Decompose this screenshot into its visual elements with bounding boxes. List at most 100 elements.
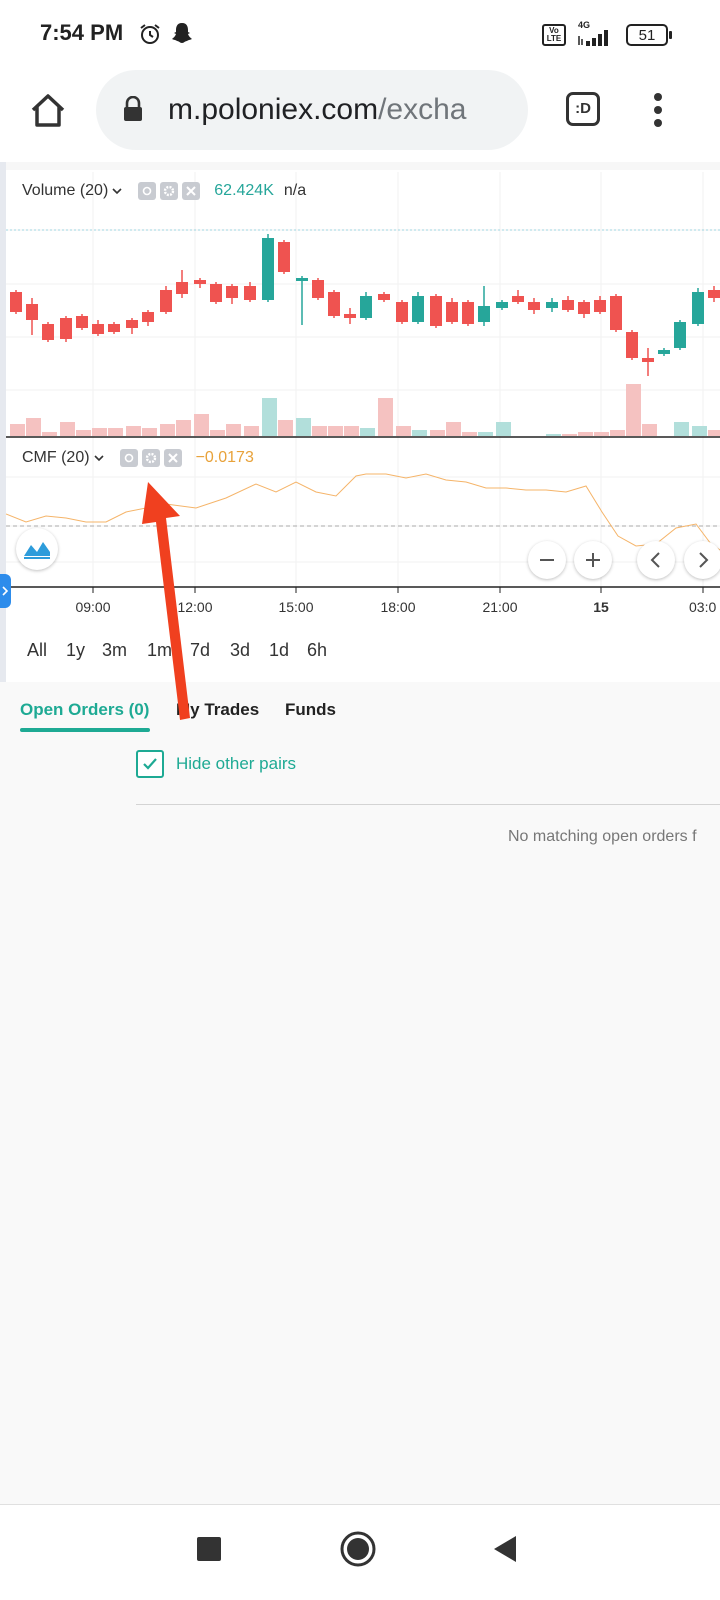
- candle-body: [10, 292, 22, 312]
- time-label: 15:00: [278, 599, 313, 615]
- home-nav-icon[interactable]: [340, 1531, 376, 1567]
- tab-switcher-label: :D: [575, 100, 591, 117]
- time-label: 21:00: [482, 599, 517, 615]
- candle-body: [160, 290, 172, 312]
- battery-icon: 51: [626, 24, 672, 46]
- tab-open-orders[interactable]: Open Orders (0): [20, 700, 149, 720]
- recents-icon[interactable]: [196, 1536, 222, 1562]
- candle-body: [658, 350, 670, 354]
- candle-body: [262, 238, 274, 300]
- eye-icon[interactable]: [119, 449, 138, 467]
- chart-panel: 09:00 12:00 15:00 18:00 21:00 15 03:0 Volume (…: [6, 162, 720, 682]
- url-path: /excha: [378, 93, 467, 126]
- time-label: 03:0: [689, 599, 716, 615]
- volume-bar: [126, 426, 141, 436]
- volte-badge: Vo LTE: [542, 24, 566, 46]
- volume-bar: [176, 420, 191, 436]
- candle-body: [278, 242, 290, 272]
- page: 7:54 PM Vo LTE 4G 51 m.poloniex.com/exch…: [0, 0, 720, 1600]
- snapchat-icon: [172, 23, 192, 43]
- hide-other-pairs-toggle[interactable]: Hide other pairs: [136, 750, 296, 778]
- zoom-out-button[interactable]: [528, 541, 566, 579]
- volume-bar: [478, 432, 493, 436]
- volume-bar: [496, 422, 511, 436]
- candle-body: [296, 278, 308, 281]
- chart-grid: [6, 172, 720, 587]
- candle-body: [546, 302, 558, 308]
- candle-body: [210, 284, 222, 302]
- chevron-down-icon[interactable]: [93, 454, 104, 462]
- candle-body: [108, 324, 120, 332]
- candle-body: [26, 304, 38, 320]
- home-icon[interactable]: [28, 90, 68, 130]
- range-6h[interactable]: 6h: [307, 640, 327, 661]
- plus-icon: [586, 553, 600, 567]
- candle-body: [194, 280, 206, 284]
- chevron-left-icon: [650, 552, 660, 568]
- volume-bar: [396, 426, 411, 436]
- candle-body: [642, 358, 654, 362]
- zoom-in-button[interactable]: [574, 541, 612, 579]
- scroll-left-button[interactable]: [637, 541, 675, 579]
- scroll-right-button[interactable]: [684, 541, 720, 579]
- candle-body: [412, 296, 424, 322]
- url-bar[interactable]: m.poloniex.com/excha: [96, 70, 528, 150]
- gear-icon[interactable]: [160, 182, 179, 200]
- volume-bar: [578, 432, 593, 436]
- candle-body: [126, 320, 138, 328]
- minus-icon: [540, 559, 554, 561]
- url-domain: m.poloniex.com: [168, 93, 379, 126]
- time-label: 18:00: [380, 599, 415, 615]
- checkmark-icon: [143, 758, 157, 770]
- volume-bar: [244, 426, 259, 436]
- range-3m[interactable]: 3m: [102, 640, 127, 661]
- volume-legend: Volume (20) 62.424K n/a: [22, 182, 306, 200]
- hide-pairs-checkbox[interactable]: [136, 750, 164, 778]
- volume-bar: [42, 432, 57, 436]
- side-drawer-handle[interactable]: [0, 574, 11, 608]
- close-icon[interactable]: [182, 182, 201, 200]
- eye-icon[interactable]: [138, 182, 157, 200]
- range-1d[interactable]: 1d: [269, 640, 289, 661]
- volume-bar: [296, 418, 311, 436]
- chart-logo-button[interactable]: [16, 528, 58, 570]
- volume-bar: [610, 430, 625, 436]
- candle-body: [312, 280, 324, 298]
- more-menu-icon[interactable]: [652, 92, 664, 128]
- status-bar: 7:54 PM Vo LTE 4G 51: [0, 0, 720, 66]
- cmf-value: −0.0173: [195, 449, 254, 466]
- cmf-indicator-name[interactable]: CMF (20): [22, 449, 90, 467]
- volume-bar: [594, 432, 609, 436]
- range-7d[interactable]: 7d: [190, 640, 210, 661]
- candle-body: [176, 282, 188, 294]
- range-all[interactable]: All: [27, 640, 47, 661]
- candle-body: [562, 300, 574, 310]
- volume-bars: [10, 384, 720, 436]
- ohlc-header-strip: [6, 162, 720, 170]
- time-axis: 09:00 12:00 15:00 18:00 21:00 15 03:0: [75, 587, 716, 615]
- chevron-down-icon[interactable]: [112, 187, 122, 195]
- tab-switcher-button[interactable]: :D: [566, 92, 600, 126]
- close-icon[interactable]: [163, 449, 182, 467]
- volume-indicator-name[interactable]: Volume (20): [22, 182, 108, 200]
- tab-my-trades[interactable]: My Trades: [176, 700, 259, 720]
- range-3d[interactable]: 3d: [230, 640, 250, 661]
- volume-value-secondary: n/a: [283, 182, 307, 199]
- volume-bar: [142, 428, 157, 436]
- candle-body: [360, 296, 372, 318]
- range-1m[interactable]: 1m: [147, 640, 172, 661]
- gear-icon[interactable]: [141, 449, 160, 467]
- range-1y[interactable]: 1y: [66, 640, 85, 661]
- candle-body: [226, 286, 238, 298]
- volume-bar: [226, 424, 241, 436]
- orders-divider: [136, 804, 720, 805]
- hide-pairs-label: Hide other pairs: [176, 754, 297, 773]
- volume-bar: [278, 420, 293, 436]
- volume-bar: [446, 422, 461, 436]
- volume-bar: [76, 430, 91, 436]
- candle-body: [142, 312, 154, 322]
- price-chart[interactable]: 09:00 12:00 15:00 18:00 21:00 15 03:0: [6, 162, 720, 632]
- back-icon[interactable]: [492, 1535, 518, 1563]
- tab-funds[interactable]: Funds: [285, 700, 336, 720]
- candle-body: [60, 318, 72, 339]
